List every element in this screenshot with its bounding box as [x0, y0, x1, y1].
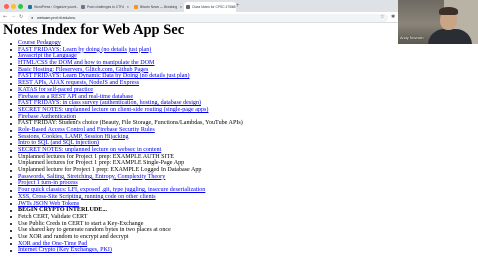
list-item: BEGIN CRYPTO INTERLUDE... — [6, 207, 243, 214]
tab-favicon-icon — [28, 5, 32, 9]
lock-icon[interactable]: ● — [31, 14, 33, 22]
tab-title: Bitcoin News — Breaking — [140, 5, 178, 9]
list-item: Use shared key to generate random bytes … — [6, 227, 243, 234]
list-item[interactable]: XSS, Cross-Site Scripting, running code … — [6, 194, 243, 201]
tab-title: Push challenges to CTFd — [87, 5, 125, 9]
page-content: Notes Index for Web App Sec Course Pedag… — [0, 23, 478, 269]
browser-tab[interactable]: Push challenges to CTFd × — [79, 2, 131, 12]
notes-link[interactable]: SECRET NOTES: unplanned lecture on clien… — [18, 107, 208, 113]
webcam-overlay: Andy Novocin — [398, 0, 478, 44]
list-item[interactable]: KATAS for self-paced practice — [6, 87, 243, 94]
browser-tab[interactable]: Class Notes for CPSC 4750/5... × — [184, 2, 236, 12]
list-item[interactable]: FAST FRIDAYS: in class survey (authentic… — [6, 100, 243, 107]
tab-title: Class Notes for CPSC 4750/5... — [192, 5, 236, 9]
address-bar-url[interactable]: webcam.prof.rit.edu/cnu — [37, 14, 75, 22]
notes-link[interactable]: Firebase as a REST API and real-time dat… — [18, 94, 133, 100]
notes-link[interactable]: JWTs JSON Web Tokens — [18, 201, 79, 207]
address-bar[interactable]: ● webcam.prof.rit.edu/cnu — [28, 13, 388, 22]
notes-link[interactable]: Role-Based Access Control and Firebase S… — [18, 127, 155, 133]
tab-favicon-icon — [134, 5, 138, 9]
list-item[interactable]: Internet Crypto (Key Exchanges, PKI) — [6, 247, 243, 254]
tab-title: WordPress › Organize your t... — [34, 5, 78, 9]
list-item[interactable]: SECRET NOTES: unplanned lecture on clien… — [6, 107, 243, 114]
list-item: Fetch CERT, Validate CERT — [6, 214, 243, 221]
notes-index-list: Course Pedagogy FAST FRIDAYS: Learn by do… — [6, 40, 243, 254]
list-item[interactable]: Passwords, Salting, Stretching, Entropy,… — [6, 174, 243, 181]
tab-close-icon[interactable]: × — [232, 2, 234, 12]
list-item[interactable]: Javascript the Language — [6, 53, 243, 60]
notes-link[interactable]: Intro to SQL (and SQL injection) — [18, 140, 99, 146]
browser-tab[interactable]: Bitcoin News — Breaking × — [132, 2, 184, 12]
notes-link[interactable]: SECRET NOTES: unplanned lecture on webse… — [18, 147, 161, 153]
notes-link[interactable]: REST APIs, AJAX requests, NodeJS and Exp… — [18, 80, 139, 86]
list-item[interactable]: Course Pedagogy — [6, 40, 243, 47]
list-item[interactable]: FAST FRIDAYS: Learn by doing (no details… — [6, 47, 243, 54]
list-item[interactable]: JWTs JSON Web Tokens — [6, 201, 243, 208]
notes-text: Use Public Creds in CERT to start a Key-… — [18, 220, 144, 227]
list-item[interactable]: REST APIs, AJAX requests, NodeJS and Exp… — [6, 80, 243, 87]
notes-link[interactable]: Basic Hosting: Fileservers, Glitch.com, … — [18, 67, 148, 73]
notes-link[interactable]: XSS, Cross-Site Scripting, running code … — [18, 194, 156, 200]
list-item[interactable]: Four quick classics: LFI, exposed .git, … — [6, 187, 243, 194]
notes-link[interactable]: Javascript the Language — [18, 53, 77, 59]
notes-link[interactable]: KATAS for self-paced practice — [18, 87, 93, 93]
presenter-body — [428, 29, 472, 44]
notes-link[interactable]: FAST FRIDAYS: Learn Dynamic Data by Doin… — [18, 73, 190, 79]
notes-link[interactable]: Project 1 turn-in process — [18, 180, 78, 186]
presenter-name: Andy Novocin — [400, 36, 424, 40]
tab-favicon-icon — [186, 5, 190, 9]
forward-icon[interactable]: → — [11, 13, 15, 22]
notes-link[interactable]: XOR and the One-Time Pad — [18, 241, 87, 247]
tab-close-icon[interactable]: × — [127, 2, 129, 12]
minimize-window-icon[interactable] — [11, 4, 16, 9]
tab-favicon-icon — [81, 5, 85, 9]
notes-text: Use shared key to generate random bytes … — [18, 227, 171, 234]
list-item[interactable]: FAST FRIDAYS: Learn Dynamic Data by Doin… — [6, 73, 243, 80]
notes-link[interactable]: FAST FRIDAYS: Learn by doing (no details… — [18, 47, 151, 53]
extensions-icon[interactable]: ✱ — [391, 13, 395, 22]
browser-tab[interactable]: WordPress › Organize your t... × — [26, 2, 78, 12]
notes-text: Use XOR and random to encrypt and decryp… — [18, 233, 129, 240]
close-window-icon[interactable] — [4, 4, 9, 9]
maximize-window-icon[interactable] — [18, 4, 23, 9]
notes-text: Unplanned lectures for Project 1 prep: E… — [18, 153, 175, 160]
notes-link[interactable]: Passwords, Salting, Stretching, Entropy,… — [18, 174, 165, 180]
page-title: Notes Index for Web App Sec — [3, 23, 185, 38]
list-item: Unplanned lecture for Project 1 prep: EX… — [6, 167, 243, 174]
list-item[interactable]: Project 1 turn-in process — [6, 180, 243, 187]
presenter-hair — [439, 7, 458, 15]
notes-text: BEGIN CRYPTO INTERLUDE... — [18, 207, 107, 214]
list-item: FAST FRIDAY: Student's choice (Beauty, F… — [6, 120, 243, 127]
notes-link[interactable]: Sessions, Cookies, LAMP, Session Hijacki… — [18, 134, 129, 140]
list-item[interactable]: HTML/CSS the DOM and how to manipulate t… — [6, 60, 243, 67]
list-item: Use Public Creds in CERT to start a Key-… — [6, 221, 243, 228]
back-icon[interactable]: ← — [3, 13, 7, 22]
list-item: Use XOR and random to encrypt and decryp… — [6, 234, 243, 241]
new-tab-icon[interactable]: + — [236, 2, 240, 11]
list-item[interactable]: Role-Based Access Control and Firebase S… — [6, 127, 243, 134]
reload-icon[interactable]: ↻ — [19, 13, 23, 22]
notes-link[interactable]: Four quick classics: LFI, exposed .git, … — [18, 187, 205, 193]
notes-text: FAST FRIDAY: Student's choice (Beauty, F… — [18, 120, 243, 127]
notes-text: Unplanned lecture for Project 1 prep: EX… — [18, 167, 202, 174]
tab-close-icon[interactable]: × — [74, 2, 76, 12]
notes-link[interactable]: Course Pedagogy — [18, 40, 61, 46]
notes-text: Unplanned lectures for Project 1 prep: E… — [18, 160, 185, 167]
star-icon[interactable]: ☆ — [380, 13, 384, 22]
notes-text: Fetch CERT, Validate CERT — [18, 213, 88, 220]
list-item[interactable]: SECRET NOTES: unplanned lecture on webse… — [6, 147, 243, 154]
list-item[interactable]: Intro to SQL (and SQL injection) — [6, 140, 243, 147]
notes-link[interactable]: Internet Crypto (Key Exchanges, PKI) — [18, 247, 112, 253]
notes-link[interactable]: FAST FRIDAYS: in class survey (authentic… — [18, 100, 201, 106]
notes-link[interactable]: HTML/CSS the DOM and how to manipulate t… — [18, 60, 154, 66]
tab-close-icon[interactable]: × — [180, 2, 182, 12]
notes-link[interactable]: Firebase Authentication — [18, 114, 76, 120]
